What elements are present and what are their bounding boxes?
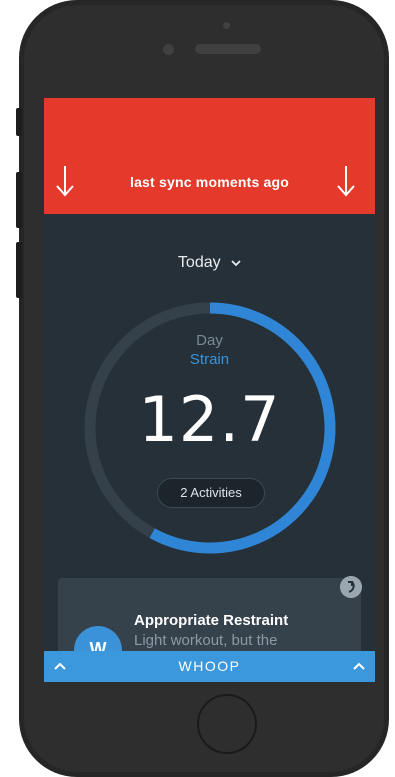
- front-camera: [163, 44, 174, 55]
- arrow-down-icon: [337, 166, 355, 197]
- chevron-down-icon: [231, 260, 241, 267]
- mute-switch: [16, 108, 22, 136]
- earpiece-speaker: [195, 44, 261, 54]
- app-screen: last sync moments ago Today Day Strain 1…: [44, 98, 375, 682]
- home-button[interactable]: [197, 694, 257, 754]
- insight-title: Appropriate Restraint: [134, 612, 289, 629]
- front-sensor: [223, 22, 230, 29]
- date-selector[interactable]: Today: [44, 254, 375, 272]
- volume-up-button: [16, 172, 22, 228]
- sync-status-text: last sync moments ago: [129, 174, 290, 190]
- activities-button[interactable]: 2 Activities: [157, 478, 265, 508]
- sync-banner[interactable]: last sync moments ago: [44, 98, 375, 214]
- refresh-icon[interactable]: [340, 576, 362, 598]
- strain-label: Strain: [189, 351, 230, 368]
- strain-score: 12.7: [138, 383, 281, 456]
- bottom-drawer-bar[interactable]: WHOOP: [44, 651, 375, 682]
- date-selector-label: Today: [177, 254, 221, 271]
- day-label: Day: [196, 332, 223, 349]
- insight-body: Light workout, but the: [134, 632, 278, 649]
- volume-down-button: [16, 242, 22, 298]
- chevron-up-icon: [353, 662, 365, 670]
- whoop-brand-label: WHOOP: [178, 658, 241, 674]
